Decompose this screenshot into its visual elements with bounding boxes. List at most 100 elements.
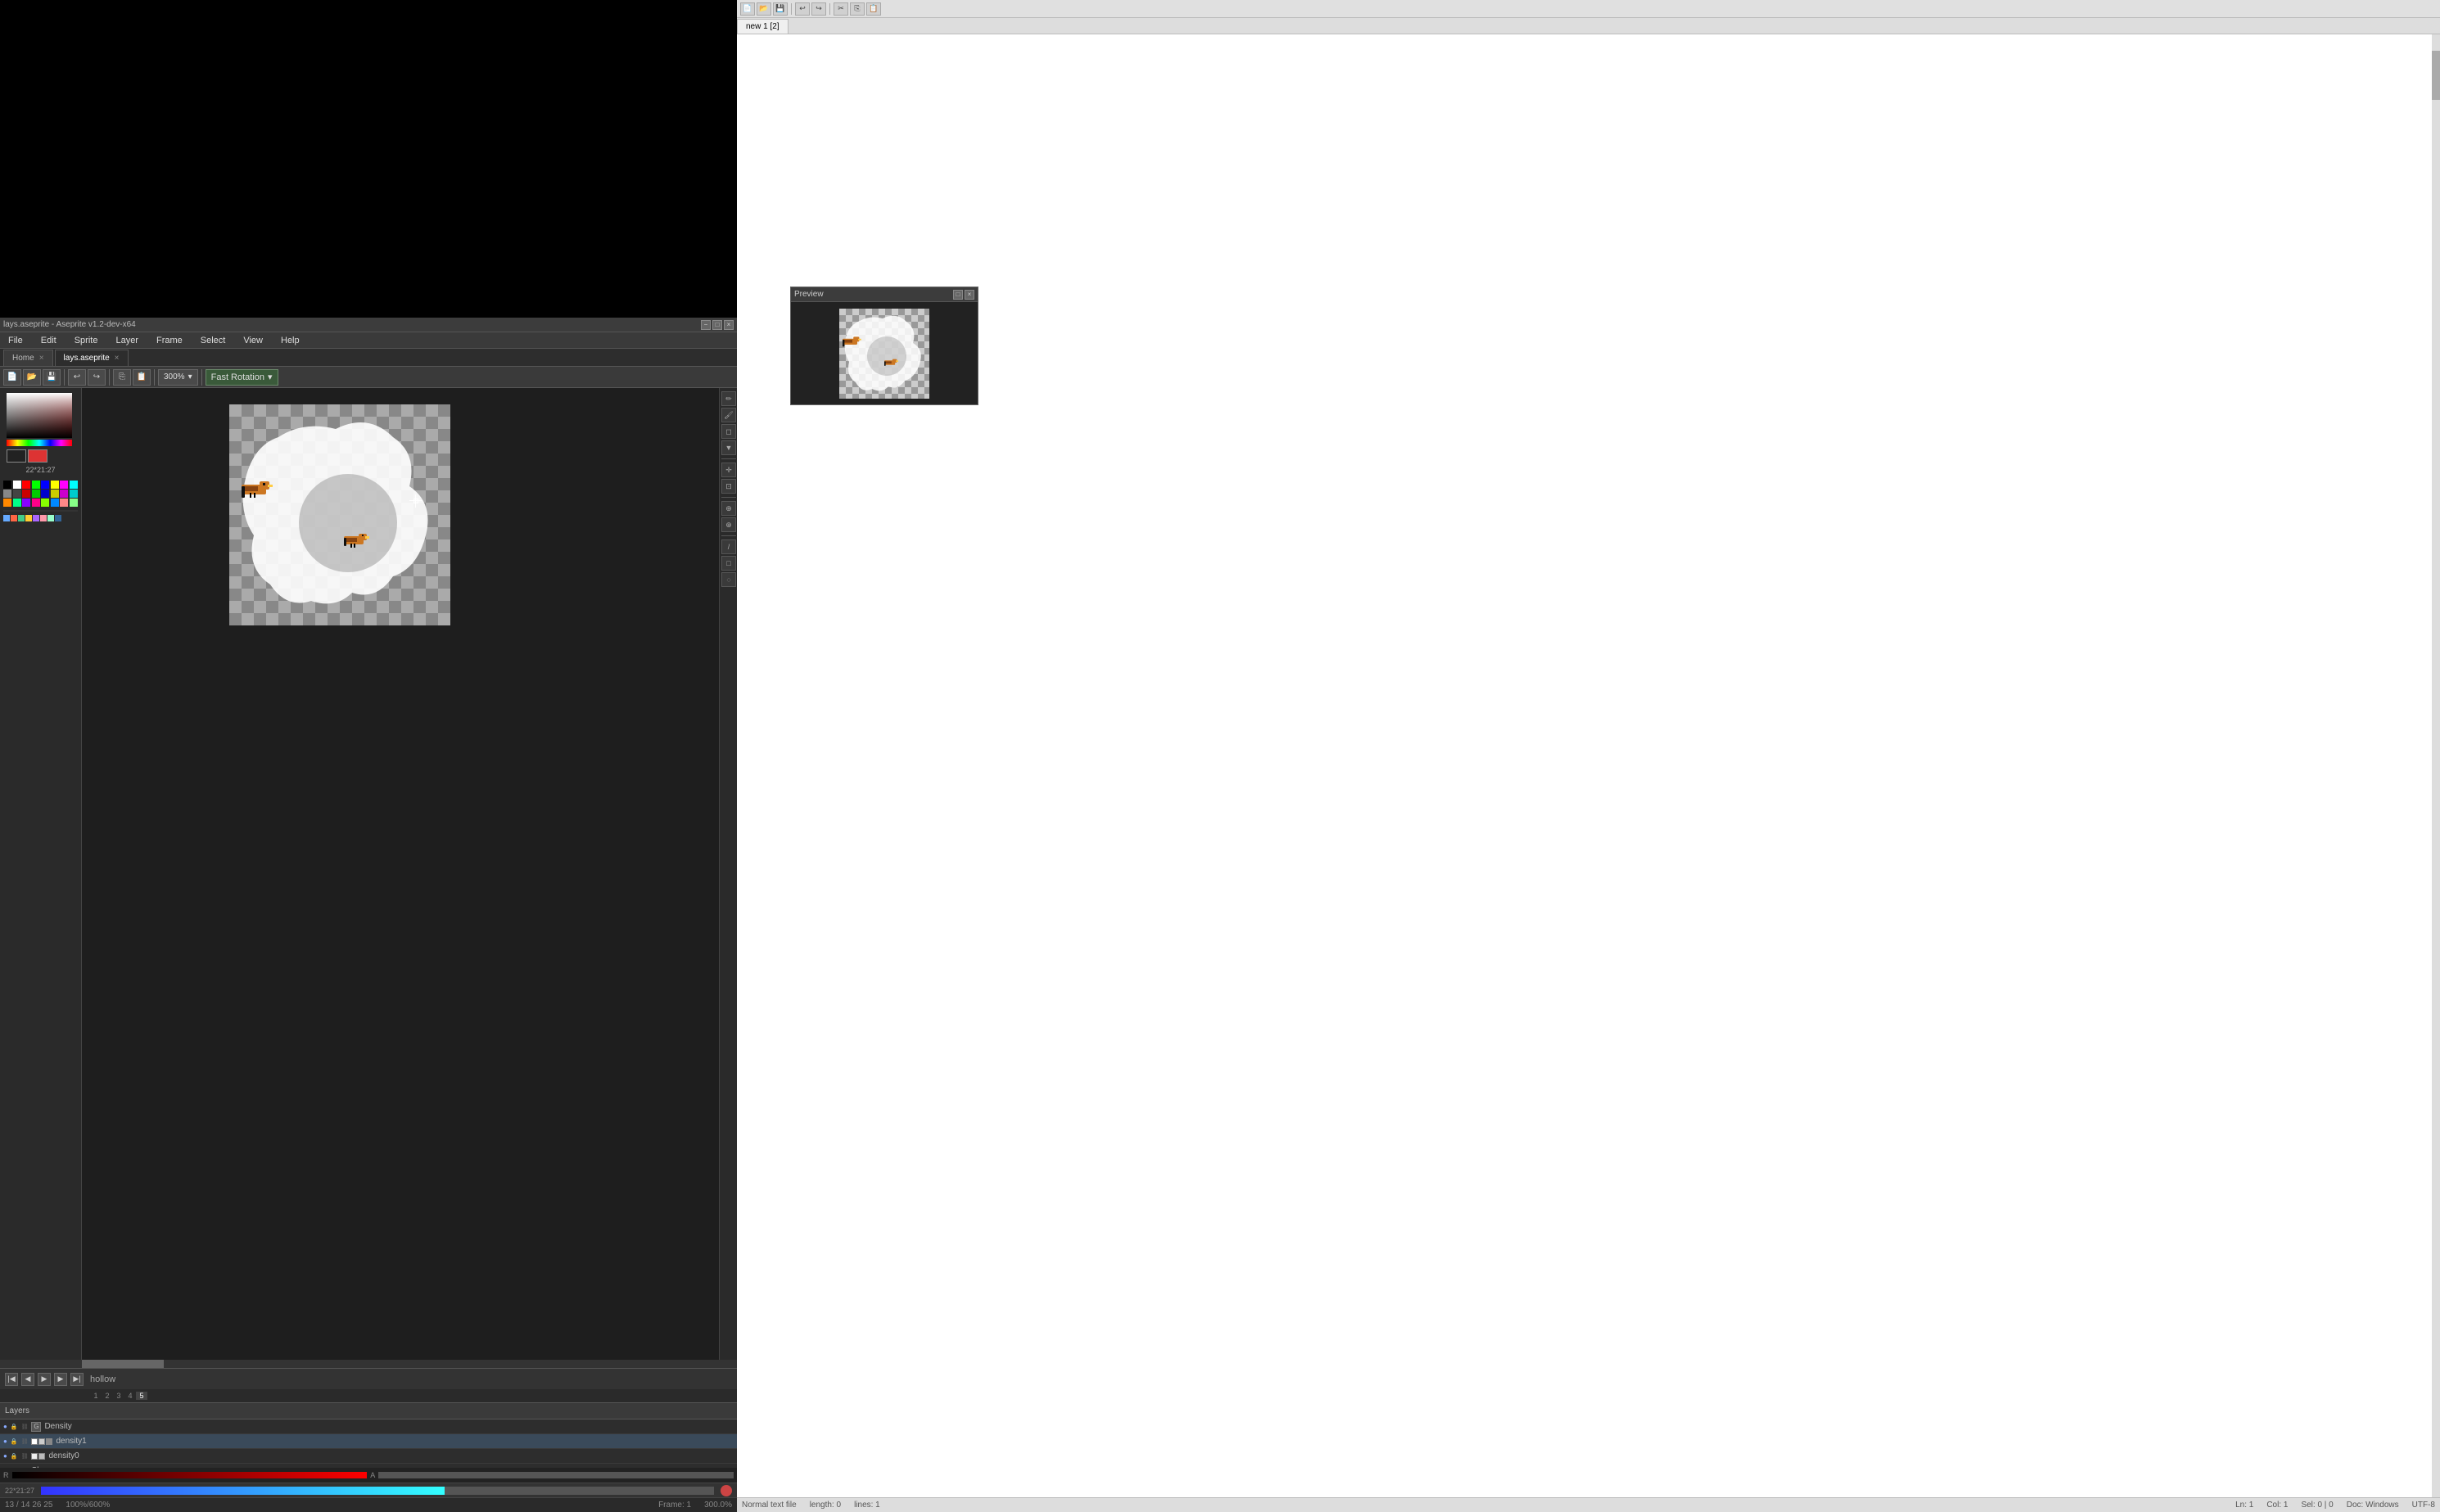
preview-close-button[interactable]: × <box>965 290 974 300</box>
menu-layer[interactable]: Layer <box>111 334 143 347</box>
palette-color-extra5[interactable] <box>33 515 39 521</box>
rotation-dropdown[interactable]: Fast Rotation ▾ <box>206 369 278 386</box>
undo-button[interactable]: ↩ <box>68 369 86 386</box>
palette-violet[interactable] <box>22 499 30 507</box>
tool-bucket[interactable]: ▼ <box>721 440 736 455</box>
palette-color-extra8[interactable] <box>55 515 61 521</box>
background-color[interactable] <box>28 449 47 463</box>
palette-color-extra7[interactable] <box>47 515 54 521</box>
tool-move[interactable]: ✛ <box>721 463 736 477</box>
palette-azure[interactable] <box>51 499 59 507</box>
palette-yellow[interactable] <box>51 481 59 489</box>
editor-copy[interactable]: ⎘ <box>850 2 865 16</box>
editor-v-scrollbar[interactable] <box>2432 34 2440 1497</box>
red-slider[interactable] <box>12 1472 368 1478</box>
tool-line[interactable]: / <box>721 539 736 554</box>
menu-frame[interactable]: Frame <box>151 334 188 347</box>
palette-darkmagenta[interactable] <box>60 490 68 498</box>
save-file-button[interactable]: 💾 <box>43 369 61 386</box>
color-picker-display[interactable] <box>7 393 72 438</box>
editor-redo[interactable]: ↪ <box>811 2 826 16</box>
palette-gray1[interactable] <box>3 490 11 498</box>
zoom-dropdown[interactable]: 300% ▾ <box>158 369 198 386</box>
editor-new[interactable]: 📄 <box>740 2 755 16</box>
editor-content[interactable] <box>737 34 2440 1497</box>
palette-darkred[interactable] <box>22 490 30 498</box>
tool-rect[interactable]: □ <box>721 556 736 571</box>
paste-button[interactable]: 📋 <box>133 369 151 386</box>
layer-row-density1[interactable]: ● 🔒 ⛓ density1 <box>0 1434 737 1449</box>
preview-maximize-button[interactable]: □ <box>953 290 963 300</box>
close-button[interactable]: × <box>724 320 734 330</box>
menu-sprite[interactable]: Sprite <box>70 334 103 347</box>
editor-paste[interactable]: 📋 <box>866 2 881 16</box>
anim-next-frame[interactable]: ▶ <box>54 1373 67 1386</box>
tab-home-close[interactable]: × <box>39 354 44 363</box>
minimize-button[interactable]: − <box>701 320 711 330</box>
canvas-editor[interactable] <box>82 388 719 1360</box>
layer-eye-icon-2[interactable]: ● <box>3 1438 7 1445</box>
bottom-color-btn[interactable] <box>721 1485 732 1496</box>
tool-pencil[interactable]: ✏ <box>721 391 736 406</box>
palette-color-extra2[interactable] <box>11 515 17 521</box>
layer-row-density[interactable]: ● 🔒 ⛓ G Density <box>0 1419 737 1434</box>
open-file-button[interactable]: 📂 <box>23 369 41 386</box>
anim-prev-frame[interactable]: ◀ <box>21 1373 34 1386</box>
copy-button[interactable]: ⎘ <box>113 369 131 386</box>
menu-select[interactable]: Select <box>196 334 231 347</box>
palette-color-extra3[interactable] <box>18 515 25 521</box>
anim-last-frame[interactable]: ▶| <box>70 1373 84 1386</box>
menu-file[interactable]: File <box>3 334 28 347</box>
palette-lightgreen[interactable] <box>70 499 78 507</box>
tool-eraser[interactable]: ◻ <box>721 424 736 439</box>
tool-zoom[interactable]: ⊕ <box>721 517 736 532</box>
editor-tab-new1[interactable]: new 1 [2] <box>737 19 788 34</box>
editor-scrollbar-thumb[interactable] <box>2432 51 2440 100</box>
alpha-slider[interactable] <box>378 1472 734 1478</box>
palette-springgreen[interactable] <box>13 499 21 507</box>
layer-eye-icon[interactable]: ● <box>3 1423 7 1430</box>
anim-play[interactable]: ▶ <box>38 1373 51 1386</box>
palette-red[interactable] <box>22 481 30 489</box>
editor-open[interactable]: 📂 <box>757 2 771 16</box>
palette-gray2[interactable] <box>13 490 21 498</box>
bottom-slider[interactable] <box>41 1487 714 1495</box>
hue-bar[interactable] <box>7 440 72 446</box>
palette-rose[interactable] <box>32 499 40 507</box>
redo-button[interactable]: ↪ <box>88 369 106 386</box>
layer-row-density0[interactable]: ● 🔒 ⛓ density0 <box>0 1449 737 1464</box>
h-scrollbar-thumb[interactable] <box>82 1360 164 1368</box>
palette-darkgreen[interactable] <box>32 490 40 498</box>
menu-help[interactable]: Help <box>276 334 305 347</box>
palette-color-extra1[interactable] <box>3 515 10 521</box>
palette-black[interactable] <box>3 481 11 489</box>
layer-eye-icon-3[interactable]: ● <box>3 1452 7 1460</box>
menu-edit[interactable]: Edit <box>36 334 61 347</box>
canvas-h-scrollbar[interactable] <box>0 1360 737 1368</box>
sprite-canvas[interactable] <box>229 404 450 625</box>
palette-darkyellow[interactable] <box>51 490 59 498</box>
menu-view[interactable]: View <box>238 334 268 347</box>
tool-contour[interactable]: ◌ <box>721 572 736 587</box>
palette-magenta[interactable] <box>60 481 68 489</box>
tool-select[interactable]: ⊡ <box>721 479 736 494</box>
foreground-color[interactable] <box>7 449 26 463</box>
tab-home[interactable]: Home × <box>3 350 53 366</box>
palette-green[interactable] <box>32 481 40 489</box>
palette-color-extra6[interactable] <box>40 515 47 521</box>
maximize-button[interactable]: □ <box>712 320 722 330</box>
tab-lays[interactable]: lays.aseprite × <box>55 350 129 366</box>
palette-white[interactable] <box>13 481 21 489</box>
palette-blue[interactable] <box>41 481 49 489</box>
palette-darkblue[interactable] <box>41 490 49 498</box>
palette-darkcyan[interactable] <box>70 490 78 498</box>
palette-chartreuse[interactable] <box>41 499 49 507</box>
palette-orange[interactable] <box>3 499 11 507</box>
palette-cyan[interactable] <box>70 481 78 489</box>
tool-eyedropper[interactable]: ⊕ <box>721 501 736 516</box>
palette-salmon[interactable] <box>60 499 68 507</box>
editor-undo[interactable]: ↩ <box>795 2 810 16</box>
palette-color-extra4[interactable] <box>25 515 32 521</box>
new-file-button[interactable]: 📄 <box>3 369 21 386</box>
editor-save[interactable]: 💾 <box>773 2 788 16</box>
